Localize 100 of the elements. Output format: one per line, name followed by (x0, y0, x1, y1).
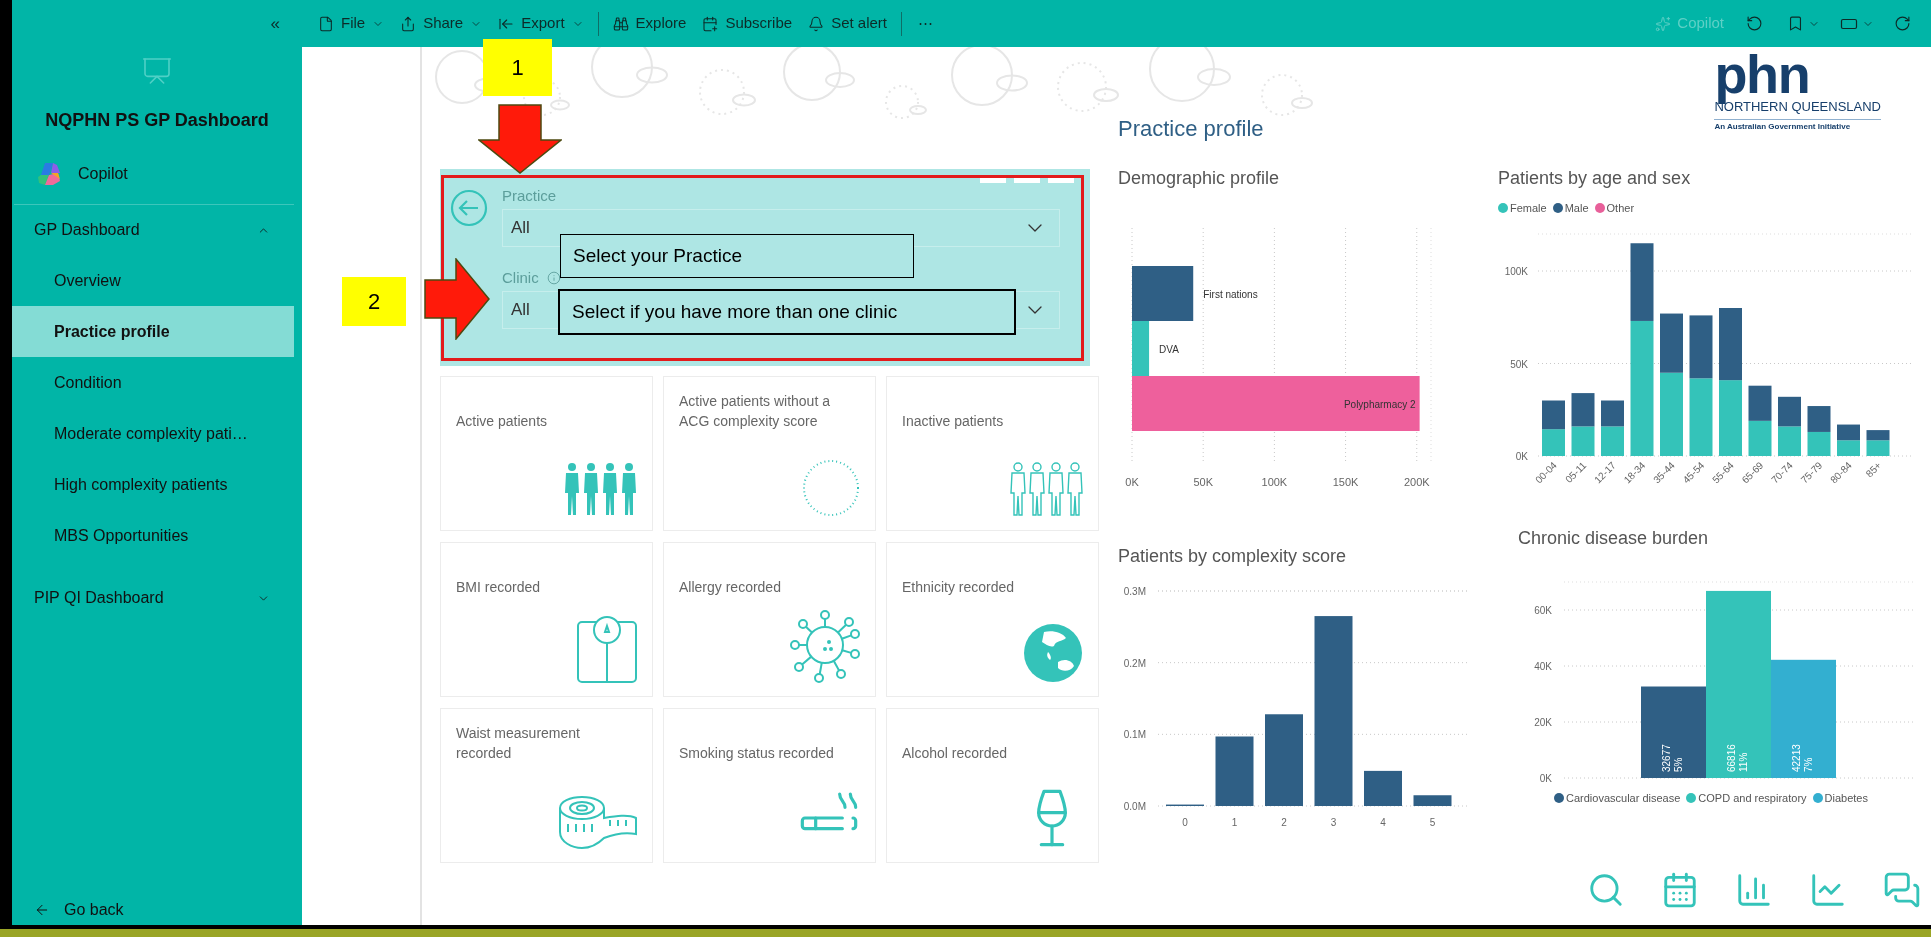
copilot-nav-item[interactable]: Copilot (12, 152, 302, 196)
axis-label: 0K (1515, 450, 1528, 462)
share-icon (400, 15, 417, 32)
nav-item[interactable]: Condition (12, 357, 294, 408)
more-button[interactable]: ⋯ (908, 7, 943, 40)
card-title: Active patients (456, 412, 548, 431)
visual-header-button[interactable] (1048, 175, 1074, 183)
people-icon (564, 462, 638, 518)
bar (1413, 795, 1452, 806)
refresh-icon[interactable] (1894, 15, 1911, 32)
bar-label: Polypharmacy 2 (1343, 398, 1416, 410)
toolbar-button[interactable]: Explore (604, 7, 695, 40)
toolbar-button[interactable]: File (310, 7, 393, 40)
axis-label: 60K (1534, 605, 1552, 616)
phn-logo: phn NORTHERN QUEENSLAND An Australian Government Initiative (1714, 47, 1881, 133)
copilot-logo-icon (36, 161, 62, 187)
legend-label: Diabetes (1824, 791, 1868, 806)
legend-label: Female (1510, 201, 1547, 216)
back-arrow-icon (34, 902, 50, 918)
axis-label: 50K (1193, 476, 1213, 488)
axis-label: 1 (1231, 817, 1238, 828)
legend-label: Other (1606, 201, 1635, 216)
axis-label: 50K (1510, 358, 1528, 369)
bell-icon (808, 15, 825, 32)
axis-label: 0 (1182, 817, 1188, 828)
info-icon[interactable] (546, 271, 561, 285)
card-title: Inactive patients (902, 412, 1004, 431)
chart-title: Demographic profile (1118, 167, 1281, 190)
axis-label: 0K (1539, 773, 1552, 784)
toolbar-button[interactable]: Export (490, 7, 592, 40)
toolbar-button[interactable]: Set alert (800, 7, 895, 40)
card-title: Ethnicity recorded (902, 578, 1015, 597)
axis-label: 2 (1281, 817, 1287, 828)
nav-item[interactable]: MBS Opportunities (12, 510, 294, 561)
axis-label: 0.1M (1123, 729, 1146, 741)
collapse-button[interactable]: « (264, 10, 286, 37)
toolbar-button[interactable]: Subscribe (694, 7, 801, 40)
calendar-icon (702, 15, 719, 32)
bar (1571, 425, 1595, 456)
card-title: Active patients without a ACG complexity score (679, 392, 831, 431)
arrow-icon (424, 258, 490, 340)
nav-item[interactable]: Practice profile (12, 306, 294, 357)
bar (1601, 400, 1624, 426)
bar (1571, 392, 1595, 426)
card-title: Waist measurement recorded (456, 724, 581, 763)
bar (1837, 424, 1860, 440)
toolbar-button[interactable]: Share (392, 7, 491, 40)
binoculars-icon (612, 15, 629, 32)
slicer-label: Practice (502, 185, 557, 206)
card-title: Alcohol recorded (902, 744, 1008, 763)
axis-label: 0.0M (1123, 801, 1146, 812)
card-title: BMI recorded (456, 578, 541, 597)
legend-label: Male (1564, 201, 1589, 216)
arrow-icon (478, 104, 562, 174)
axis-label: 85+ (1863, 459, 1884, 479)
visual-header-button[interactable] (980, 175, 1006, 183)
visual-header-button[interactable] (1014, 175, 1040, 183)
globe-icon (1022, 622, 1084, 684)
data-label: 32677 5% (1660, 744, 1684, 772)
data-label: 42213 7% (1790, 744, 1814, 772)
axis-label: 4 (1380, 817, 1386, 828)
scale-icon (576, 614, 638, 684)
file-icon (318, 15, 334, 32)
step-marker: 2 (342, 277, 406, 326)
chart-title: Patients by age and sex (1498, 167, 1692, 190)
legend-label: Cardiovascular disease (1566, 791, 1681, 806)
bar-label: DVA (1159, 343, 1179, 355)
nav-section[interactable]: GP Dashboard (12, 205, 294, 255)
sparkle-icon (1655, 15, 1672, 32)
legend-label: COPD and respiratory (1698, 791, 1807, 806)
measuring-tape-icon (558, 794, 638, 850)
presentation-icon (141, 55, 173, 87)
nav-item[interactable]: Moderate complexity pati… (12, 408, 294, 459)
bar (1601, 425, 1624, 456)
chart-title: Patients by complexity score (1118, 545, 1348, 568)
bar (1660, 313, 1683, 373)
axis-label: 5 (1429, 817, 1436, 828)
bar (1215, 736, 1254, 806)
axis-label: 100K (1504, 265, 1528, 277)
callout-tooltip: Select your Practice (560, 234, 914, 278)
axis-label: 0K (1125, 476, 1139, 488)
bookmark-icon[interactable] (1787, 15, 1804, 32)
people-icon (1010, 462, 1084, 518)
axis-label: 3 (1330, 817, 1337, 828)
bar (1778, 425, 1801, 456)
nav-item[interactable]: Overview (12, 255, 294, 306)
step-marker: 1 (483, 39, 552, 96)
nav-item[interactable]: High complexity patients (12, 459, 294, 510)
axis-label: 150K (1332, 476, 1359, 488)
nav-section[interactable]: PIP QI Dashboard (12, 573, 294, 623)
go-back-link[interactable]: Go back (12, 897, 302, 923)
axis-label: 100K (1261, 476, 1288, 488)
virus-icon (789, 608, 861, 684)
bar-label: First nations (1203, 288, 1258, 300)
callout-tooltip: Select if you have more than one clinic (558, 289, 1016, 335)
report-title: NQPHN PS GP Dashboard (45, 109, 269, 132)
undo-icon[interactable] (1746, 15, 1763, 32)
axis-label: 0.2M (1123, 657, 1146, 669)
card-title: Allergy recorded (679, 578, 781, 597)
bar (1748, 420, 1772, 456)
